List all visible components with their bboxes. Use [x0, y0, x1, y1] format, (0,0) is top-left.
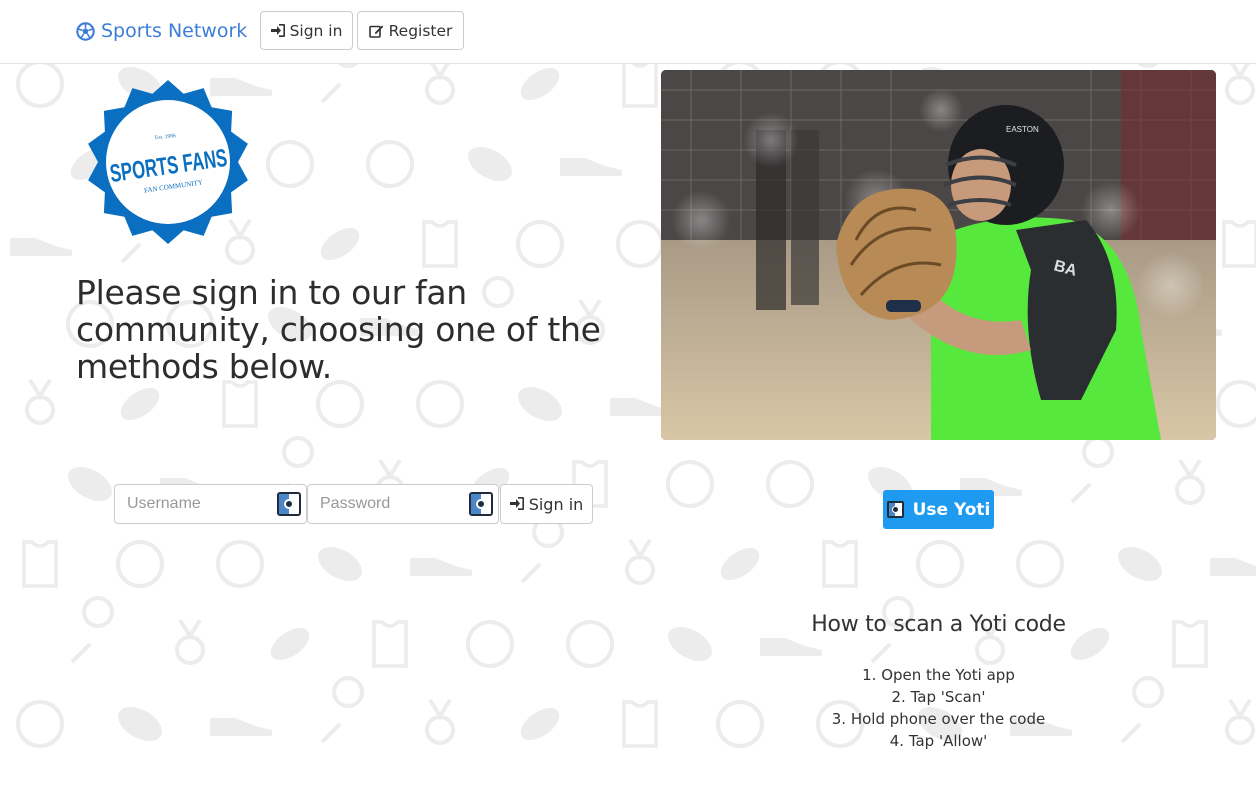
pattern-icon [720, 548, 760, 580]
pattern-icon [425, 64, 456, 105]
pattern-icon [116, 540, 164, 588]
pattern-icon [1118, 546, 1162, 582]
pattern-icon [1070, 436, 1115, 504]
pattern-icon [566, 620, 614, 668]
yoti-autofill-icon[interactable] [277, 492, 301, 516]
list-item: 3. Hold phone over the code [831, 710, 1046, 728]
pattern-icon [320, 64, 359, 104]
brand-label: Sports Network [101, 20, 248, 42]
form-signin-button[interactable]: Sign in [500, 484, 593, 524]
pattern-icon [270, 628, 310, 660]
pattern-icon [210, 718, 272, 736]
pattern-icon [320, 228, 360, 260]
username-field[interactable] [114, 484, 307, 524]
pattern-icon [625, 538, 656, 585]
pattern-icon [416, 380, 464, 428]
pattern-icon [520, 516, 565, 584]
pattern-icon [1210, 558, 1256, 576]
nav-signin-button[interactable]: Sign in [260, 11, 353, 50]
pattern-icon [25, 378, 56, 425]
nav-signin-label: Sign in [289, 21, 343, 40]
pattern-icon [1175, 458, 1206, 505]
pattern-icon [16, 64, 64, 108]
sports-fans-logo: Est. 1986 SPORTS FANS FAN COMMUNITY [88, 80, 248, 244]
sign-in-icon [270, 24, 285, 37]
pattern-icon [410, 558, 472, 576]
pattern-icon [1172, 620, 1208, 668]
brand-link[interactable]: Sports Network [76, 17, 247, 45]
edit-icon [368, 24, 384, 38]
pattern-icon [1120, 676, 1165, 744]
pattern-icon [216, 540, 264, 588]
list-item: 4. Tap 'Allow' [889, 732, 988, 750]
pattern-icon [422, 220, 458, 268]
pattern-icon [1225, 64, 1256, 105]
pattern-icon [468, 146, 512, 182]
pattern-icon [666, 460, 714, 508]
howto-title: How to scan a Yoti code [811, 612, 1066, 637]
username-input[interactable] [115, 486, 265, 522]
pattern-icon [372, 620, 408, 668]
pattern-icon [175, 618, 206, 665]
sign-in-icon [509, 495, 524, 514]
pattern-icon [560, 158, 622, 176]
pattern-icon [10, 238, 72, 256]
nav-register-button[interactable]: Register [357, 11, 464, 50]
helmet-brand-text: EASTON [1006, 125, 1039, 134]
pattern-icon [668, 626, 712, 662]
pattern-icon [766, 460, 814, 508]
pattern-icon [520, 708, 560, 740]
pattern-icon [22, 540, 58, 588]
pattern-icon [70, 596, 115, 664]
pattern-icon [16, 700, 64, 748]
pattern-icon [266, 140, 314, 188]
pattern-icon [1016, 540, 1064, 588]
pattern-icon [1225, 698, 1256, 745]
pattern-icon [118, 706, 162, 742]
pattern-icon [120, 388, 160, 420]
use-yoti-label: Use Yoti [912, 499, 991, 520]
list-item: 2. Tap 'Scan' [891, 688, 986, 706]
pattern-icon [466, 620, 514, 668]
pattern-icon [320, 676, 365, 744]
pattern-icon [616, 220, 664, 268]
page-headline: Please sign in to our fan community, cho… [76, 273, 601, 386]
password-field[interactable] [307, 484, 499, 524]
pattern-icon [760, 638, 822, 656]
yoti-logo-icon [886, 501, 904, 518]
nav-register-label: Register [388, 21, 453, 40]
pattern-icon [1222, 220, 1256, 268]
pattern-icon [822, 540, 858, 588]
top-navbar: Sports Network Sign in Register [0, 0, 1256, 64]
use-yoti-button[interactable]: Use Yoti [883, 490, 994, 529]
form-signin-label: Sign in [528, 494, 584, 514]
password-input[interactable] [308, 486, 458, 522]
yoti-autofill-icon[interactable] [469, 492, 493, 516]
pattern-icon [1216, 380, 1256, 428]
pattern-icon [716, 700, 764, 748]
list-item: 1. Open the Yoti app [862, 666, 1015, 684]
pattern-icon [622, 700, 658, 748]
pattern-icon [425, 698, 456, 745]
pattern-icon [516, 220, 564, 268]
soccer-ball-icon [76, 21, 95, 41]
pattern-icon [222, 380, 258, 428]
pattern-icon [520, 68, 560, 100]
pattern-icon [366, 140, 414, 188]
pattern-icon [68, 466, 112, 502]
pattern-icon [318, 546, 362, 582]
softball-catcher-photo: BA EASTON [661, 70, 1216, 440]
pattern-icon [916, 540, 964, 588]
howto-steps-list: 1. Open the Yoti app 2. Tap 'Scan' 3. Ho… [790, 664, 1087, 752]
pattern-icon [518, 386, 562, 422]
pattern-icon [316, 380, 364, 428]
pattern-icon [622, 64, 658, 108]
